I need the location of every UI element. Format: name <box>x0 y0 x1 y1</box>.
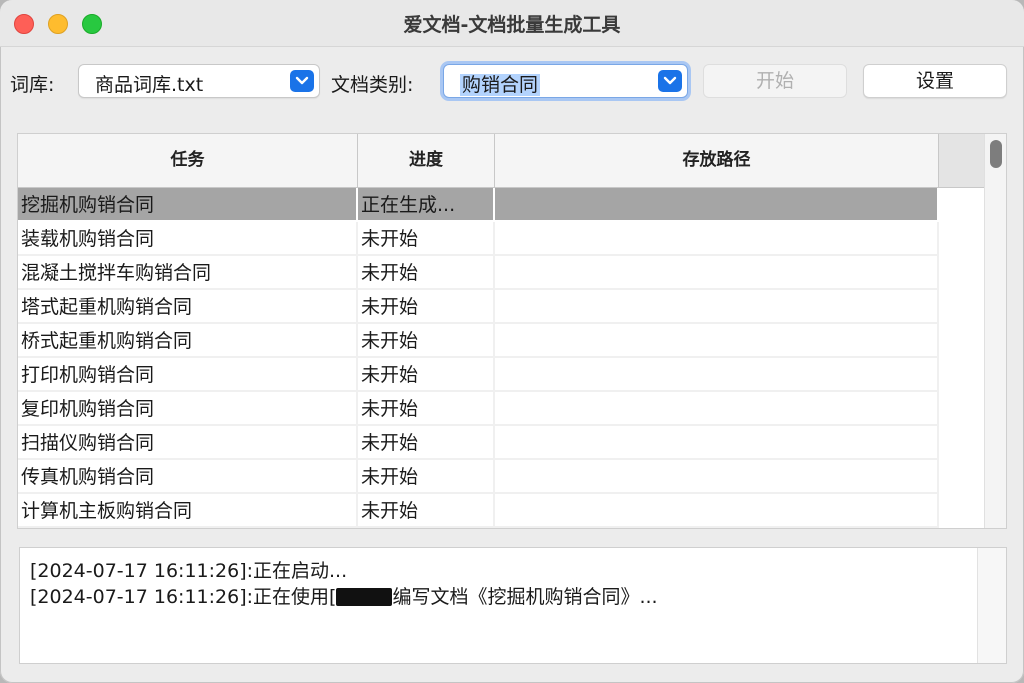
cell-path <box>495 426 939 460</box>
cell-task: 桥式起重机购销合同 <box>18 324 358 358</box>
table-row[interactable]: 传真机购销合同 未开始 <box>18 460 939 494</box>
table-row[interactable]: 装载机购销合同 未开始 <box>18 222 939 256</box>
cell-path <box>495 392 939 426</box>
cell-path <box>495 358 939 392</box>
cell-task: 打印机购销合同 <box>18 358 358 392</box>
table-scrollbar[interactable] <box>984 134 1006 528</box>
log-line: [2024-07-17 16:11:26]:正在使用[ 编写文档《挖掘机购销合同》… <box>30 582 658 609</box>
cell-progress: 未开始 <box>358 358 495 392</box>
table-header: 任务 进度 存放路径 <box>18 134 985 188</box>
cell-progress: 未开始 <box>358 494 495 528</box>
cell-task: 复印机购销合同 <box>18 392 358 426</box>
cell-task: 塔式起重机购销合同 <box>18 290 358 324</box>
start-button[interactable]: 开始 <box>703 64 847 98</box>
table-row[interactable]: 桥式起重机购销合同 未开始 <box>18 324 939 358</box>
table-row[interactable]: 计算机主板购销合同 未开始 <box>18 494 939 528</box>
cell-progress: 正在生成... <box>358 188 495 222</box>
redacted-block <box>336 588 393 606</box>
cell-path <box>495 290 939 324</box>
table-row[interactable]: 打印机购销合同 未开始 <box>18 358 939 392</box>
log-line-prefix: [2024-07-17 16:11:26]:正在使用[ <box>30 586 337 608</box>
chevron-down-icon[interactable] <box>290 70 314 92</box>
library-select[interactable]: 商品词库.txt <box>78 64 320 98</box>
cell-path <box>495 222 939 256</box>
table-row[interactable]: 挖掘机购销合同 正在生成... <box>18 188 939 222</box>
header-filler <box>939 134 985 187</box>
cell-progress: 未开始 <box>358 392 495 426</box>
cell-task: 传真机购销合同 <box>18 460 358 494</box>
cell-task: 挖掘机购销合同 <box>18 188 358 222</box>
cell-progress: 未开始 <box>358 426 495 460</box>
cell-path <box>495 188 939 222</box>
doctype-select-value: 购销合同 <box>460 74 541 96</box>
cell-progress: 未开始 <box>358 222 495 256</box>
chevron-down-icon[interactable] <box>658 70 682 92</box>
window-title: 爱文档-文档批量生成工具 <box>403 14 621 36</box>
cell-path <box>495 324 939 358</box>
settings-button[interactable]: 设置 <box>863 64 1007 98</box>
title-bar: 爱文档-文档批量生成工具 <box>0 0 1024 47</box>
cell-progress: 未开始 <box>358 290 495 324</box>
table-row[interactable]: 塔式起重机购销合同 未开始 <box>18 290 939 324</box>
task-table: 任务 进度 存放路径 挖掘机购销合同 正在生成... 装载机购销合同 未开始 混凝土搅拌… <box>17 133 1007 529</box>
library-select-value: 商品词库.txt <box>95 74 204 96</box>
log-scrollbar[interactable] <box>977 548 1006 663</box>
cell-progress: 未开始 <box>358 256 495 290</box>
column-header-progress[interactable]: 进度 <box>358 134 495 187</box>
doctype-select[interactable]: 购销合同 <box>443 64 688 98</box>
log-panel: [2024-07-17 16:11:26]:正在启动... [2024-07-1… <box>19 547 1007 664</box>
table-row[interactable]: 扫描仪购销合同 未开始 <box>18 426 939 460</box>
table-row[interactable]: 复印机购销合同 未开始 <box>18 392 939 426</box>
cell-path <box>495 494 939 528</box>
cell-progress: 未开始 <box>358 324 495 358</box>
table-row[interactable]: 混凝土搅拌车购销合同 未开始 <box>18 256 939 290</box>
app-window: 爱文档-文档批量生成工具 词库: 商品词库.txt 文档类别: 购销合同 开始 … <box>0 0 1024 683</box>
log-line: [2024-07-17 16:11:26]:正在启动... <box>30 560 348 582</box>
log-line-suffix: 编写文档《挖掘机购销合同》... <box>392 586 658 608</box>
column-header-path[interactable]: 存放路径 <box>495 134 939 187</box>
scrollbar-thumb[interactable] <box>990 140 1002 168</box>
cell-path <box>495 256 939 290</box>
cell-task: 扫描仪购销合同 <box>18 426 358 460</box>
column-header-task[interactable]: 任务 <box>18 134 358 187</box>
library-label: 词库: <box>10 74 55 96</box>
cell-task: 装载机购销合同 <box>18 222 358 256</box>
cell-progress: 未开始 <box>358 460 495 494</box>
cell-task: 混凝土搅拌车购销合同 <box>18 256 358 290</box>
cell-task: 计算机主板购销合同 <box>18 494 358 528</box>
doctype-label: 文档类别: <box>331 74 414 96</box>
cell-path <box>495 460 939 494</box>
